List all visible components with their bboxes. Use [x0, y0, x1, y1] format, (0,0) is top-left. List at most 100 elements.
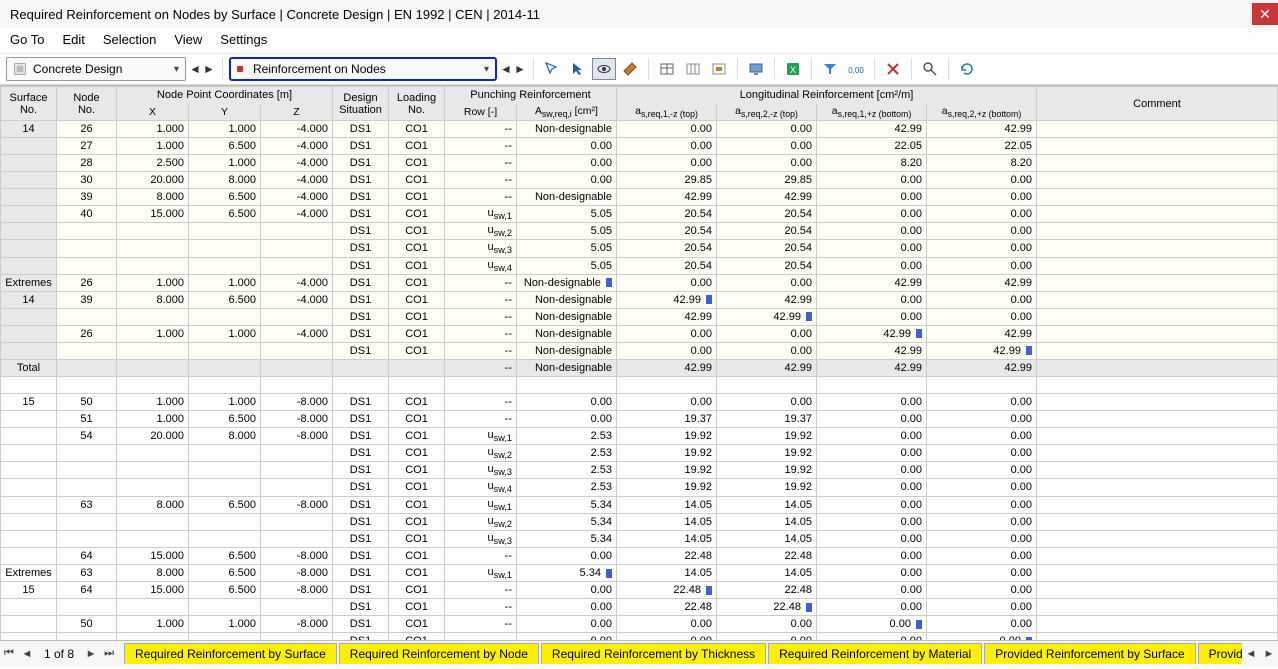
cell-a4[interactable]: 0.00	[927, 462, 1037, 479]
table-view-icon[interactable]	[655, 58, 679, 80]
cell-node[interactable]: 30	[57, 172, 117, 189]
tabs-scroll-left-icon[interactable]: ◄	[1242, 648, 1260, 660]
filter-icon[interactable]	[818, 58, 842, 80]
cell-a2[interactable]: 0.00	[717, 325, 817, 342]
cell-x[interactable]: 20.000	[117, 427, 189, 444]
cell-a4[interactable]: 0.00	[927, 599, 1037, 616]
cell-asw[interactable]: Non-designable	[517, 291, 617, 308]
cell-asw[interactable]: 0.00	[517, 582, 617, 599]
cell-surf[interactable]	[1, 240, 57, 257]
table-row[interactable]: DS1CO1usw,35.0520.5420.540.000.00	[1, 240, 1278, 257]
cell-node[interactable]	[57, 223, 117, 240]
cell-a2[interactable]: 42.99	[717, 308, 817, 325]
cell-row[interactable]: usw,1	[445, 565, 517, 582]
cell-y[interactable]	[189, 308, 261, 325]
cell-a3[interactable]: 22.05	[817, 138, 927, 155]
table-row[interactable]: 15501.0001.000-8.000DS1CO1--0.000.000.00…	[1, 393, 1278, 410]
cell-node[interactable]: 27	[57, 138, 117, 155]
cell-surf[interactable]	[1, 206, 57, 223]
cell-surf[interactable]	[1, 633, 57, 640]
table-row[interactable]: 156415.0006.500-8.000DS1CO1--0.0022.48 2…	[1, 582, 1278, 599]
cell-z[interactable]: -4.000	[261, 138, 333, 155]
cell-a3[interactable]: 0.00	[817, 189, 927, 206]
cell-cmt[interactable]	[1037, 376, 1278, 393]
cell-z[interactable]: -4.000	[261, 325, 333, 342]
cell-asw[interactable]: Non-designable	[517, 325, 617, 342]
cell-asw[interactable]: 2.53	[517, 462, 617, 479]
cell-a3[interactable]: 0.00	[817, 240, 927, 257]
cell-row[interactable]: --	[445, 393, 517, 410]
cell-x[interactable]	[117, 359, 189, 376]
cell-a1[interactable]: 14.05	[617, 513, 717, 530]
cell-y[interactable]: 1.000	[189, 393, 261, 410]
th-longitudinal[interactable]: Longitudinal Reinforcement [cm²/m]	[617, 87, 1037, 104]
cell-ds[interactable]: DS1	[333, 530, 389, 547]
cell-a4[interactable]: 0.00	[927, 172, 1037, 189]
cell-a1[interactable]: 42.99	[617, 308, 717, 325]
cell-a4[interactable]: 0.00	[927, 410, 1037, 427]
cell-a2[interactable]: 14.05	[717, 530, 817, 547]
cell-a1[interactable]: 19.92	[617, 427, 717, 444]
cell-cmt[interactable]	[1037, 479, 1278, 496]
cell-lo[interactable]	[389, 376, 445, 393]
cell-a4[interactable]: 22.05	[927, 138, 1037, 155]
cell-a4[interactable]: 0.00	[927, 633, 1037, 640]
cell-y[interactable]	[189, 444, 261, 461]
cell-lo[interactable]: CO1	[389, 530, 445, 547]
cell-a1[interactable]: 0.00	[617, 393, 717, 410]
cell-a4[interactable]: 0.00	[927, 291, 1037, 308]
cell-z[interactable]	[261, 359, 333, 376]
cell-y[interactable]: 6.500	[189, 565, 261, 582]
cell-ds[interactable]: DS1	[333, 325, 389, 342]
cell-z[interactable]	[261, 530, 333, 547]
cell-a4[interactable]: 0.00	[927, 427, 1037, 444]
tab-req-by-thickness[interactable]: Required Reinforcement by Thickness	[541, 643, 766, 664]
cell-asw[interactable]: Non-designable	[517, 189, 617, 206]
table-row[interactable]: DS1CO1usw,22.5319.9219.920.000.00	[1, 444, 1278, 461]
cell-row[interactable]: --	[445, 172, 517, 189]
cell-cmt[interactable]	[1037, 427, 1278, 444]
cell-asw[interactable]: Non-designable	[517, 308, 617, 325]
cell-asw[interactable]: 5.05	[517, 257, 617, 274]
cell-lo[interactable]: CO1	[389, 393, 445, 410]
cell-y[interactable]	[189, 530, 261, 547]
cell-node[interactable]: 51	[57, 410, 117, 427]
cell-lo[interactable]: CO1	[389, 155, 445, 172]
cell-y[interactable]: 1.000	[189, 274, 261, 291]
cell-surf[interactable]: 14	[1, 121, 57, 138]
cell-cmt[interactable]	[1037, 462, 1278, 479]
cell-cmt[interactable]	[1037, 393, 1278, 410]
cell-z[interactable]: -8.000	[261, 410, 333, 427]
cell-a4[interactable]: 42.99	[927, 274, 1037, 291]
cell-lo[interactable]: CO1	[389, 223, 445, 240]
cell-lo[interactable]: CO1	[389, 427, 445, 444]
cell-z[interactable]: -4.000	[261, 155, 333, 172]
design-type-combo[interactable]: Concrete Design ▾	[6, 57, 186, 81]
cell-node[interactable]	[57, 444, 117, 461]
cell-asw[interactable]: 5.34	[517, 530, 617, 547]
table-row[interactable]: Total--Non-designable42.9942.9942.9942.9…	[1, 359, 1278, 376]
cell-node[interactable]: 64	[57, 582, 117, 599]
cell-lo[interactable]: CO1	[389, 479, 445, 496]
cell-z[interactable]	[261, 376, 333, 393]
cell-a3[interactable]: 0.00	[817, 599, 927, 616]
cell-x[interactable]: 8.000	[117, 496, 189, 513]
cell-a4[interactable]: 42.99	[927, 342, 1037, 359]
table-row[interactable]: 5420.0008.000-8.000DS1CO1usw,12.5319.921…	[1, 427, 1278, 444]
cell-node[interactable]	[57, 462, 117, 479]
cell-ds[interactable]: DS1	[333, 206, 389, 223]
cell-x[interactable]: 15.000	[117, 548, 189, 565]
cell-a2[interactable]: 19.37	[717, 410, 817, 427]
table-row[interactable]: 3020.0008.000-4.000DS1CO1--0.0029.8529.8…	[1, 172, 1278, 189]
cell-lo[interactable]	[389, 359, 445, 376]
cell-a4[interactable]: 0.00	[927, 393, 1037, 410]
cell-asw[interactable]: 0.00	[517, 410, 617, 427]
cell-x[interactable]: 1.000	[117, 410, 189, 427]
cell-surf[interactable]	[1, 376, 57, 393]
cell-node[interactable]	[57, 308, 117, 325]
cell-a1[interactable]: 0.00	[617, 138, 717, 155]
cell-a3[interactable]: 0.00	[817, 548, 927, 565]
cell-a1[interactable]: 19.92	[617, 462, 717, 479]
cell-lo[interactable]: CO1	[389, 599, 445, 616]
cell-x[interactable]	[117, 257, 189, 274]
